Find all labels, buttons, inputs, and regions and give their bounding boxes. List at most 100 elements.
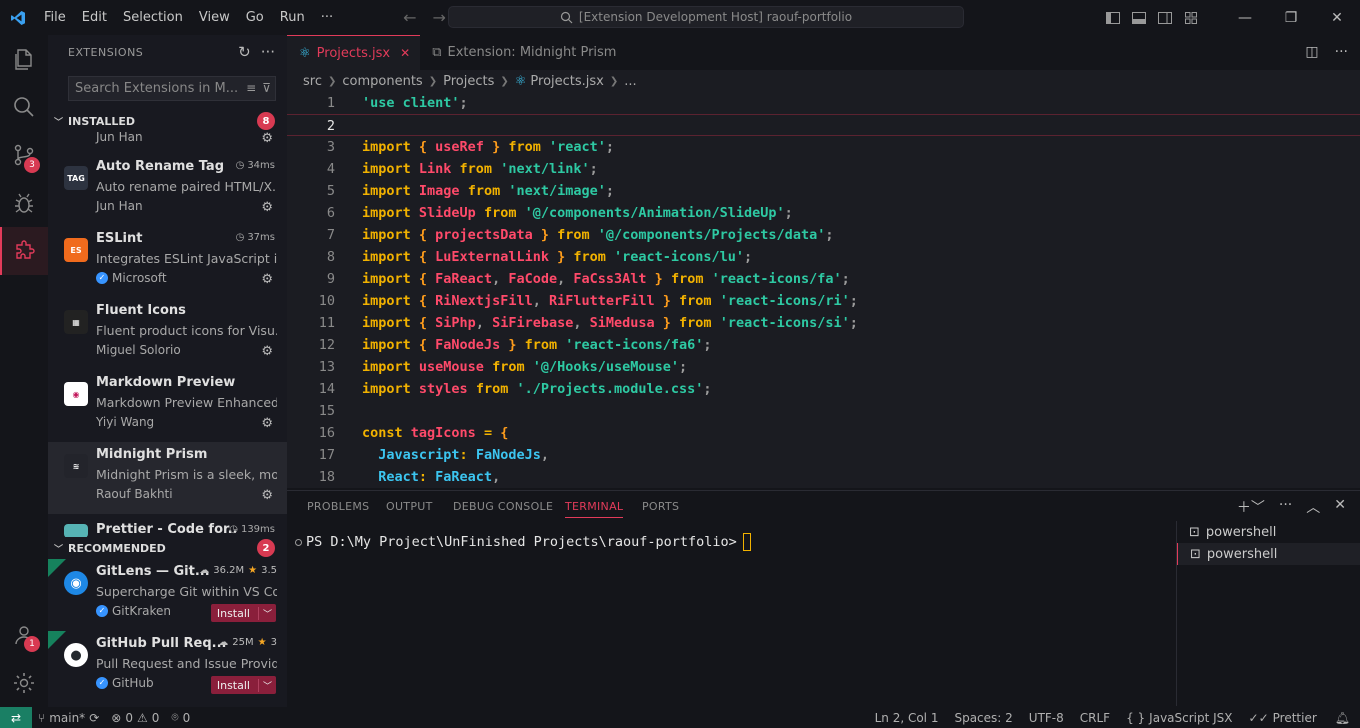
code-line[interactable]: 18 React: FaReact,: [287, 466, 1360, 488]
extension-item[interactable]: ES ESLint ◷ 37ms Integrates ESLint JavaScrip…: [48, 226, 287, 298]
notifications-icon[interactable]: 🔔︎: [1325, 711, 1360, 725]
recommended-section-header[interactable]: ﹀ RECOMMENDED 2: [48, 537, 287, 559]
accounts-icon[interactable]: 1: [0, 611, 48, 659]
split-editor-icon[interactable]: ◫: [1305, 44, 1318, 60]
extensions-icon[interactable]: [0, 227, 48, 275]
tab-ports[interactable]: PORTS: [642, 500, 679, 513]
installed-section-header[interactable]: ﹀ INSTALLED 8: [48, 110, 287, 132]
manage-gear-icon[interactable]: ⚙: [261, 488, 273, 503]
customize-layout-icon[interactable]: [1178, 0, 1204, 35]
command-center[interactable]: [Extension Development Host] raouf-portf…: [448, 6, 964, 28]
refresh-icon[interactable]: ↻: [238, 43, 251, 61]
language-mode[interactable]: { } JavaScript JSX: [1118, 711, 1240, 725]
breadcrumb-projects[interactable]: Projects: [443, 74, 494, 89]
search-view-icon[interactable]: [0, 83, 48, 131]
menu-go[interactable]: Go: [238, 0, 272, 35]
clear-filter-icon[interactable]: ≡: [246, 81, 256, 95]
close-tab-icon[interactable]: ✕: [400, 46, 410, 60]
tab-debug-console[interactable]: DEBUG CONSOLE: [453, 500, 553, 513]
tab-extension-midnight-prism[interactable]: ⧉ Extension: Midnight Prism: [420, 35, 626, 70]
cursor-position[interactable]: Ln 2, Col 1: [867, 711, 947, 725]
end-of-line[interactable]: CRLF: [1072, 711, 1118, 725]
code-line[interactable]: 11 import { SiPhp, SiFirebase, SiMedusa }…: [287, 312, 1360, 334]
menu-more[interactable]: ···: [313, 0, 341, 35]
new-terminal-icon[interactable]: ＋﹀: [1237, 497, 1265, 517]
git-branch[interactable]: ⑂ main* ⟳: [32, 711, 105, 725]
code-editor[interactable]: 1 'use client'; 2 3 import { useRef } from '…: [287, 92, 1360, 488]
code-line[interactable]: 1 'use client';: [287, 92, 1360, 114]
code-line[interactable]: 13 import useMouse from '@/Hooks/useMouse…: [287, 356, 1360, 378]
toggle-panel-icon[interactable]: [1126, 0, 1152, 35]
extension-item[interactable]: ▦ Fluent Icons Fluent product icons for Vi…: [48, 298, 287, 370]
manage-gear-icon[interactable]: ⚙: [261, 200, 273, 215]
restore-icon[interactable]: ❐: [1268, 0, 1314, 35]
toggle-secondary-sidebar-icon[interactable]: [1152, 0, 1178, 35]
back-arrow-icon[interactable]: ←: [395, 8, 424, 27]
code-line[interactable]: 5 import Image from 'next/image';: [287, 180, 1360, 202]
extensions-search-input[interactable]: Search Extensions in M... ≡ ⊽: [68, 76, 276, 101]
more-actions-icon[interactable]: ···: [261, 43, 275, 61]
code-line[interactable]: 2: [287, 114, 1360, 136]
code-line[interactable]: 17 Javascript: FaNodeJs,: [287, 444, 1360, 466]
menu-selection[interactable]: Selection: [115, 0, 191, 35]
manage-gear-icon[interactable]: [0, 659, 48, 707]
install-button[interactable]: Install ﹀: [210, 604, 276, 622]
tab-terminal[interactable]: TERMINAL: [565, 500, 624, 518]
terminal-prompt[interactable]: PS D:\My Project\UnFinished Projects\rao…: [295, 533, 751, 551]
remote-indicator-icon[interactable]: ⇄: [0, 707, 32, 728]
more-editor-actions-icon[interactable]: ···: [1335, 44, 1348, 60]
source-control-icon[interactable]: 3: [0, 131, 48, 179]
code-line[interactable]: 4 import Link from 'next/link';: [287, 158, 1360, 180]
close-window-icon[interactable]: ✕: [1314, 0, 1360, 35]
breadcrumb-components[interactable]: components: [342, 74, 422, 89]
code-line[interactable]: 7 import { projectsData } from '@/compone…: [287, 224, 1360, 246]
manage-gear-icon[interactable]: ⚙: [261, 344, 273, 359]
formatter-status[interactable]: ✓✓ Prettier: [1241, 711, 1325, 725]
terminal-instance[interactable]: ⊡ powershell: [1177, 521, 1360, 543]
close-panel-icon[interactable]: ✕: [1334, 497, 1346, 517]
manage-gear-icon[interactable]: ⚙: [261, 416, 273, 431]
code-line[interactable]: 8 import { LuExternalLink } from 'react-i…: [287, 246, 1360, 268]
indentation[interactable]: Spaces: 2: [946, 711, 1020, 725]
chevron-down-icon[interactable]: ﹀: [257, 678, 276, 692]
code-line[interactable]: 14 import styles from './Projects.module.…: [287, 378, 1360, 400]
extension-item[interactable]: TAG Auto Rename Tag ◷ 34ms Auto rename paire…: [48, 154, 287, 226]
breadcrumb-file[interactable]: Projects.jsx: [530, 74, 603, 89]
menu-view[interactable]: View: [191, 0, 238, 35]
code-line[interactable]: 15: [287, 400, 1360, 422]
minimize-icon[interactable]: —: [1222, 0, 1268, 35]
recommended-item[interactable]: ◉ GitLens — Git... ☁ 36.2M ★ 3.5 Supercharge G…: [48, 559, 287, 631]
breadcrumb-symbol[interactable]: ...: [624, 74, 636, 89]
menu-run[interactable]: Run: [272, 0, 313, 35]
maximize-panel-icon[interactable]: ︿: [1306, 497, 1320, 517]
toggle-primary-sidebar-icon[interactable]: [1100, 0, 1126, 35]
manage-gear-icon[interactable]: ⚙: [261, 272, 273, 287]
manage-gear-icon[interactable]: ⚙: [261, 131, 273, 146]
filter-icon[interactable]: ⊽: [262, 81, 271, 95]
menu-file[interactable]: File: [36, 0, 74, 35]
encoding[interactable]: UTF-8: [1021, 711, 1072, 725]
code-line[interactable]: 3 import { useRef } from 'react';: [287, 136, 1360, 158]
explorer-icon[interactable]: [0, 35, 48, 83]
code-line[interactable]: 10 import { RiNextjsFill, RiFlutterFill }…: [287, 290, 1360, 312]
tab-projects-jsx[interactable]: ⚛ Projects.jsx ✕: [287, 35, 421, 70]
code-line[interactable]: 12 import { FaNodeJs } from 'react-icons/…: [287, 334, 1360, 356]
install-button[interactable]: Install ﹀: [210, 676, 276, 694]
code-line[interactable]: 16 const tagIcons = {: [287, 422, 1360, 444]
terminal-instance[interactable]: ⊡ powershell: [1177, 543, 1360, 565]
breadcrumb-src[interactable]: src: [303, 74, 322, 89]
tab-problems[interactable]: PROBLEMS: [307, 500, 369, 513]
ports-status[interactable]: ⌾ 0: [165, 710, 196, 725]
extension-item[interactable]: ◉ Markdown Preview Enhanced Markdown Previ…: [48, 370, 287, 442]
extension-item[interactable]: ≋ Midnight Prism Midnight Prism is a sleek…: [48, 442, 287, 514]
tab-output[interactable]: OUTPUT: [386, 500, 433, 513]
code-line[interactable]: 6 import SlideUp from '@/components/Anima…: [287, 202, 1360, 224]
more-panel-actions-icon[interactable]: ···: [1279, 497, 1292, 517]
problems-status[interactable]: ⊗ 0 ⚠ 0: [105, 711, 165, 725]
recommended-item[interactable]: ● GitHub Pull Req... ☁ 25M ★ 3 Pull Request an…: [48, 631, 287, 703]
chevron-down-icon[interactable]: ﹀: [257, 606, 276, 620]
extension-item-prettier[interactable]: Prettier - Code for... ◷ 139ms: [48, 514, 287, 538]
menu-edit[interactable]: Edit: [74, 0, 115, 35]
code-line[interactable]: 9 import { FaReact, FaCode, FaCss3Alt } f…: [287, 268, 1360, 290]
run-debug-icon[interactable]: [0, 179, 48, 227]
